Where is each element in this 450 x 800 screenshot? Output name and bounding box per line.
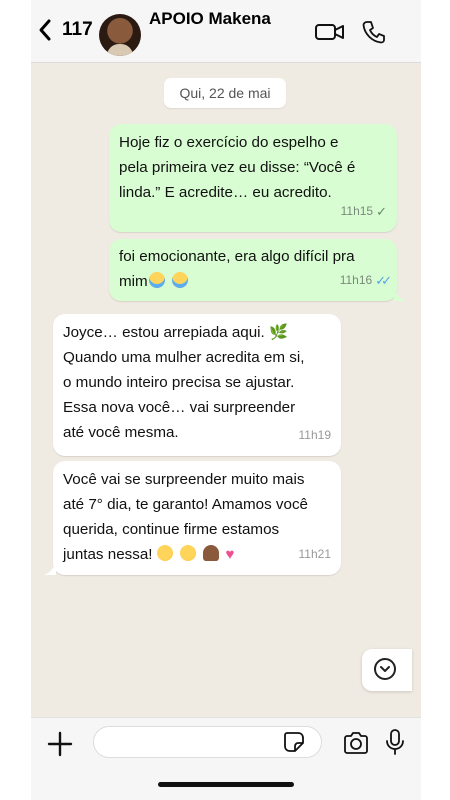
bubble-tail [44, 561, 56, 575]
message-bubble-outgoing[interactable]: Hoje fiz o exercício do espelho e pela p… [109, 124, 397, 232]
message-meta: 11h16 ✓✓ [339, 268, 392, 293]
message-time: 11h15 [340, 204, 374, 218]
camera-icon[interactable] [342, 731, 370, 755]
face-blowing-kiss-icon [179, 545, 196, 561]
unread-count[interactable]: 117 [62, 19, 93, 41]
chat-screen: 117 APOIO Makena Qui, 22 de mai Hoje fiz… [31, 0, 421, 800]
message-time: 11h21 [298, 547, 331, 561]
sticker-icon[interactable] [283, 731, 305, 753]
message-bubble-incoming[interactable]: Você vai se surpreender muito mais até 7… [44, 461, 341, 575]
date-chip: Qui, 22 de mai [164, 78, 286, 108]
home-indicator [158, 782, 294, 787]
loudly-crying-face-icon [148, 272, 165, 288]
back-chevron-icon[interactable] [37, 18, 53, 42]
avatar[interactable] [99, 14, 141, 56]
message-content: Você vai se surpreender muito mais até 7… [63, 467, 331, 567]
message-meta: 11h19 [299, 423, 331, 448]
face-blowing-kiss-icon [156, 545, 173, 561]
two-hearts-icon: ♥ [225, 546, 235, 564]
microphone-icon[interactable] [385, 728, 405, 756]
message-bubble-outgoing[interactable]: foi emocionante, era algo difícil pra mi… [109, 239, 406, 301]
scroll-down-icon [374, 658, 396, 680]
video-call-icon[interactable] [314, 21, 346, 43]
phone-call-icon[interactable] [361, 19, 387, 45]
single-check-icon: ✓ [376, 204, 387, 219]
message-time: 11h19 [298, 428, 331, 442]
contact-name[interactable]: APOIO Makena [149, 9, 271, 29]
folded-hands-icon [202, 545, 219, 561]
message-time: 11h16 [339, 273, 373, 287]
plus-icon[interactable] [46, 730, 74, 758]
chat-header: 117 APOIO Makena [31, 0, 421, 63]
message-bubble-incoming[interactable]: Joyce… estou arrepiada aqui. 🌿 Quando um… [53, 314, 341, 456]
message-meta: 11h15 ✓ [341, 199, 387, 224]
message-text: Hoje fiz o exercício do espelho e pela p… [119, 134, 356, 201]
loudly-crying-face-icon [171, 272, 188, 288]
composer-bar [31, 717, 421, 800]
message-meta: 11h21 [299, 542, 331, 567]
message-text: Joyce… estou arrepiada aqui. 🌿 Quando um… [63, 324, 305, 441]
scroll-down-button[interactable] [362, 649, 412, 691]
double-check-read-icon: ✓✓ [375, 273, 392, 288]
bubble-tail [394, 287, 406, 301]
